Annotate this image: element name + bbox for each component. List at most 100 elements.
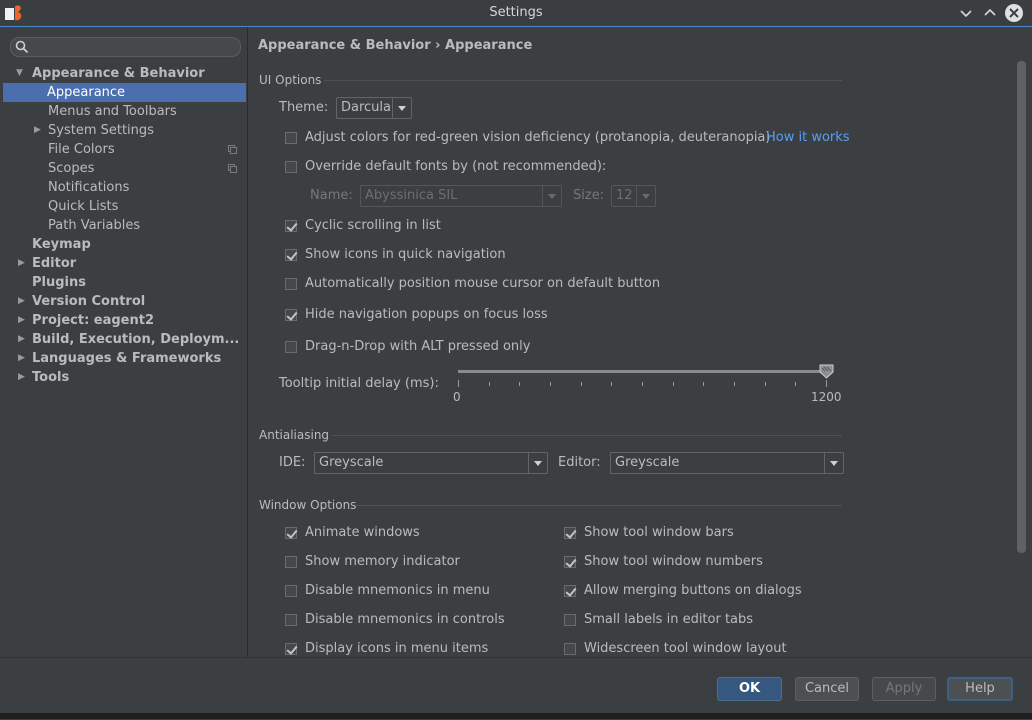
show-tool-window-bars-label: Show tool window bars [584, 525, 734, 540]
how-it-works-link[interactable]: How it works [766, 130, 850, 145]
collapsed-arrow-icon[interactable]: ▶ [18, 254, 30, 273]
tree-item-label: Build, Execution, Deploym... [32, 332, 240, 347]
theme-label: Theme: [279, 100, 329, 115]
cancel-button[interactable]: Cancel [795, 677, 859, 701]
collapsed-arrow-icon[interactable]: ▶ [18, 368, 30, 387]
slider-tick [458, 380, 459, 387]
show-icons-quick-nav-checkbox[interactable] [285, 249, 297, 261]
tree-item-editor[interactable]: ▶ Editor [0, 254, 247, 273]
tree-item-appearance-behavior[interactable]: ▼ Appearance & Behavior [0, 64, 247, 83]
ok-button[interactable]: OK [717, 677, 782, 701]
animate-windows-checkbox[interactable] [285, 527, 297, 539]
tree-item-quick-lists[interactable]: Quick Lists [0, 197, 247, 216]
tree-item-label: Editor [32, 256, 77, 271]
display-icons-menu-checkbox[interactable] [285, 643, 297, 655]
chevron-down-icon [392, 98, 411, 118]
show-tool-window-numbers-checkbox[interactable] [564, 556, 576, 568]
expanded-arrow-icon[interactable]: ▼ [16, 64, 28, 83]
auto-position-cursor-label: Automatically position mouse cursor on d… [305, 276, 661, 291]
show-tool-window-bars-checkbox[interactable] [564, 527, 576, 539]
tree-item-tools[interactable]: ▶ Tools [0, 368, 247, 387]
override-fonts-checkbox[interactable] [285, 161, 297, 173]
tree-item-scopes[interactable]: Scopes [0, 159, 247, 178]
minimize-button[interactable] [956, 3, 976, 23]
tooltip-max-label: 1200 [811, 390, 842, 404]
widescreen-layout-checkbox[interactable] [564, 643, 576, 655]
tooltip-delay-label: Tooltip initial delay (ms): [279, 376, 439, 391]
tree-item-languages-frameworks[interactable]: ▶ Languages & Frameworks [0, 349, 247, 368]
tree-item-appearance[interactable]: Appearance [3, 83, 246, 102]
show-memory-indicator-checkbox[interactable] [285, 556, 297, 568]
help-button[interactable]: Help [947, 677, 1013, 701]
disable-mnemonics-controls-checkbox[interactable] [285, 614, 297, 626]
slider-tick [550, 382, 551, 386]
apply-button[interactable]: Apply [872, 677, 936, 701]
font-name-value: Abyssinica SIL [365, 188, 458, 203]
small-labels-editor-tabs-checkbox[interactable] [564, 614, 576, 626]
adjust-colors-checkbox[interactable] [285, 132, 297, 144]
font-name-dropdown[interactable]: Abyssinica SIL [360, 185, 562, 207]
cyclic-scrolling-checkbox[interactable] [285, 220, 297, 232]
collapsed-arrow-icon[interactable]: ▶ [18, 349, 30, 368]
tree-item-project[interactable]: ▶ Project: eagent2 [0, 311, 247, 330]
auto-position-cursor-checkbox[interactable] [285, 278, 297, 290]
slider-tick [734, 382, 735, 386]
tree-item-keymap[interactable]: Keymap [0, 235, 247, 254]
tree-item-label: File Colors [48, 142, 115, 157]
theme-value: Darcula [341, 100, 392, 115]
settings-tree: ▼ Appearance & Behavior Appearance Menus… [0, 64, 247, 387]
collapsed-arrow-icon[interactable]: ▶ [18, 292, 30, 311]
collapsed-arrow-icon[interactable]: ▶ [34, 121, 46, 140]
collapsed-arrow-icon[interactable]: ▶ [18, 311, 30, 330]
drag-n-drop-alt-checkbox[interactable] [285, 341, 297, 353]
tree-item-label: Scopes [48, 161, 95, 176]
allow-merging-buttons-checkbox[interactable] [564, 585, 576, 597]
tree-item-notifications[interactable]: Notifications [0, 178, 247, 197]
slider-tick [826, 380, 827, 387]
tree-item-plugins[interactable]: Plugins [0, 273, 247, 292]
font-name-label: Name: [310, 188, 353, 203]
tree-item-label: Menus and Toolbars [48, 104, 177, 119]
search-input[interactable] [10, 37, 241, 57]
show-icons-quick-nav-label: Show icons in quick navigation [305, 247, 506, 262]
ide-antialiasing-value: Greyscale [319, 455, 384, 470]
theme-dropdown[interactable]: Darcula [336, 97, 412, 119]
antialiasing-section-title: Antialiasing [259, 428, 330, 442]
window-bottom-edge [0, 713, 1032, 719]
disable-mnemonics-menu-label: Disable mnemonics in menu [305, 583, 490, 598]
slider-tick [581, 382, 582, 386]
vertical-scrollbar[interactable] [1017, 61, 1026, 553]
ide-antialiasing-dropdown[interactable]: Greyscale [314, 452, 548, 474]
editor-antialiasing-label: Editor: [558, 455, 601, 470]
tree-item-build-execution[interactable]: ▶ Build, Execution, Deploym... [0, 330, 247, 349]
tree-item-system-settings[interactable]: ▶ System Settings [0, 121, 247, 140]
project-scope-icon [228, 145, 237, 154]
tooltip-delay-slider-track[interactable] [458, 370, 828, 373]
font-size-dropdown[interactable]: 12 [611, 185, 656, 207]
slider-tick [673, 382, 674, 386]
ui-options-section-title: UI Options [259, 73, 322, 87]
tooltip-delay-slider-thumb[interactable] [819, 364, 834, 379]
section-divider [332, 435, 842, 436]
display-icons-menu-label: Display icons in menu items [305, 641, 489, 656]
disable-mnemonics-menu-checkbox[interactable] [285, 585, 297, 597]
hide-nav-popups-checkbox[interactable] [285, 309, 297, 321]
collapsed-arrow-icon[interactable]: ▶ [18, 330, 30, 349]
settings-sidebar: ▼ Appearance & Behavior Appearance Menus… [0, 27, 248, 657]
maximize-button[interactable] [980, 3, 1000, 23]
tooltip-min-label: 0 [453, 390, 461, 404]
font-size-value: 12 [616, 188, 633, 203]
close-icon [1005, 4, 1023, 22]
search-icon [15, 40, 29, 54]
drag-n-drop-alt-label: Drag-n-Drop with ALT pressed only [305, 339, 531, 354]
editor-antialiasing-value: Greyscale [615, 455, 680, 470]
close-button[interactable] [1004, 3, 1024, 23]
tree-item-label: Quick Lists [48, 199, 119, 214]
tree-item-menus-toolbars[interactable]: Menus and Toolbars [0, 102, 247, 121]
tree-item-file-colors[interactable]: File Colors [0, 140, 247, 159]
cyclic-scrolling-label: Cyclic scrolling in list [305, 218, 441, 233]
tree-item-path-variables[interactable]: Path Variables [0, 216, 247, 235]
tree-item-label: Version Control [32, 294, 146, 309]
tree-item-version-control[interactable]: ▶ Version Control [0, 292, 247, 311]
editor-antialiasing-dropdown[interactable]: Greyscale [610, 452, 844, 474]
